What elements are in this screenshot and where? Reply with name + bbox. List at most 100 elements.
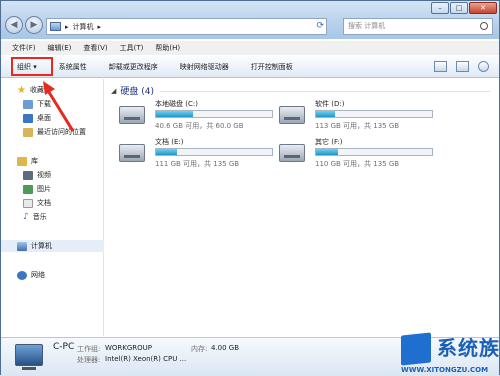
collapse-triangle-icon[interactable]: ◢: [111, 87, 116, 95]
sidebar-item-music[interactable]: ♪ 音乐: [23, 211, 47, 223]
menu-bar: 文件(F) 编辑(E) 查看(V) 工具(T) 帮助(H): [1, 41, 499, 55]
title-bar: – □ ✕ ◀ ▶ ▸ 计算机 ▸ ⟳ 搜索 计算机: [1, 1, 499, 39]
red-arrow-icon: [43, 81, 75, 132]
maximize-button[interactable]: □: [450, 2, 468, 14]
drive-usage-bar: [315, 148, 433, 156]
drive-name: 其它 (F:): [315, 138, 343, 146]
drive-name: 文档 (E:): [155, 138, 184, 146]
drive-c[interactable]: 本地磁盘 (C:) 40.6 GB 可用，共 60.0 GB: [111, 99, 276, 135]
sidebar-item-pictures[interactable]: 图片: [23, 183, 51, 195]
menu-tools[interactable]: 工具(T): [120, 43, 144, 53]
drive-usage-fill: [316, 149, 339, 155]
highlight-box: [11, 57, 53, 76]
download-folder-icon: [23, 99, 33, 109]
hard-drive-icon: [279, 106, 305, 124]
drive-usage-fill: [156, 111, 194, 117]
computer-icon: [50, 22, 61, 31]
drive-f[interactable]: 其它 (F:) 110 GB 可用，共 135 GB: [271, 137, 436, 173]
workgroup-label: 工作组:: [77, 345, 101, 353]
menu-edit[interactable]: 编辑(E): [48, 43, 72, 53]
watermark-text: 系统族: [437, 336, 500, 360]
address-bar[interactable]: ▸ 计算机 ▸ ⟳: [46, 18, 327, 35]
breadcrumb-computer[interactable]: 计算机: [73, 22, 94, 32]
drive-d[interactable]: 软件 (D:) 113 GB 可用，共 135 GB: [271, 99, 436, 135]
sidebar-item-videos[interactable]: 视频: [23, 169, 51, 181]
sidebar-label: 计算机: [31, 242, 52, 250]
menu-file[interactable]: 文件(F): [12, 43, 36, 53]
forward-button[interactable]: ▶: [25, 16, 43, 34]
processor-label: 处理器:: [77, 356, 101, 364]
hard-drive-icon: [279, 144, 305, 162]
hard-drive-icon: [119, 144, 145, 162]
computer-icon: [15, 344, 43, 370]
drive-space-text: 113 GB 可用，共 135 GB: [315, 122, 400, 130]
group-divider: [160, 91, 490, 92]
workgroup-value: WORKGROUP: [105, 344, 153, 352]
drive-name: 本地磁盘 (C:): [155, 100, 198, 108]
open-control-panel-button[interactable]: 打开控制面板: [251, 62, 293, 72]
sidebar-item-computer[interactable]: 计算机: [1, 240, 104, 252]
search-placeholder: 搜索 计算机: [348, 22, 386, 30]
video-icon: [23, 170, 33, 180]
drive-name: 软件 (D:): [315, 100, 345, 108]
drive-usage-fill: [156, 149, 177, 155]
map-network-drive-button[interactable]: 映射网络驱动器: [180, 62, 229, 72]
drive-usage-bar: [155, 148, 273, 156]
drive-e[interactable]: 文档 (E:) 111 GB 可用，共 135 GB: [111, 137, 276, 173]
preview-pane-icon[interactable]: [456, 61, 469, 72]
computer-icon: [17, 241, 27, 251]
sidebar-item-documents[interactable]: 文档: [23, 197, 51, 209]
windows-logo-icon: [401, 332, 431, 366]
group-title: 硬盘 (4): [120, 87, 155, 97]
sidebar-item-libraries[interactable]: 库: [17, 155, 38, 167]
minimize-button[interactable]: –: [431, 2, 449, 14]
drive-space-text: 111 GB 可用，共 135 GB: [155, 160, 240, 168]
sidebar-label: 文档: [37, 199, 51, 207]
sidebar-label: 视频: [37, 171, 51, 179]
drive-usage-bar: [155, 110, 273, 118]
sidebar-label: 音乐: [32, 213, 47, 221]
system-properties-button[interactable]: 系统属性: [59, 62, 87, 72]
change-view-icon[interactable]: [434, 61, 447, 72]
content-pane: ◢ 硬盘 (4) 本地磁盘 (C:) 40.6 GB 可用，共 60.0 GB …: [105, 79, 495, 336]
memory-value: 4.00 GB: [211, 344, 240, 352]
picture-icon: [23, 184, 33, 194]
view-controls: [434, 61, 489, 72]
star-icon: ★: [17, 84, 26, 96]
watermark-url: WWW.XITONGZU.COM: [401, 366, 489, 374]
sidebar-label: 库: [31, 157, 38, 165]
uninstall-program-button[interactable]: 卸载或更改程序: [109, 62, 158, 72]
network-icon: [17, 270, 27, 280]
sidebar-label: 图片: [37, 185, 51, 193]
refresh-icon[interactable]: ⟳: [316, 21, 324, 31]
back-arrow-icon: ◀: [10, 20, 18, 30]
close-button[interactable]: ✕: [469, 2, 497, 14]
breadcrumb-separator-icon: ▸: [65, 22, 69, 31]
menu-help[interactable]: 帮助(H): [155, 43, 180, 53]
pc-name: C-PC: [53, 342, 75, 352]
desktop-icon: [23, 113, 33, 123]
music-icon: ♪: [23, 212, 29, 222]
help-icon[interactable]: [478, 61, 489, 72]
search-icon: [480, 22, 488, 30]
drive-usage-bar: [315, 110, 433, 118]
search-input[interactable]: 搜索 计算机: [343, 18, 493, 35]
forward-arrow-icon: ▶: [30, 20, 38, 30]
back-button[interactable]: ◀: [5, 16, 23, 34]
windows-drive-icon: [119, 106, 145, 124]
document-icon: [23, 198, 33, 208]
sidebar-item-network[interactable]: 网络: [17, 269, 45, 281]
recent-places-icon: [23, 127, 33, 137]
group-header[interactable]: ◢ 硬盘 (4): [111, 84, 155, 98]
processor-value: Intel(R) Xeon(R) CPU ...: [105, 355, 187, 363]
drive-usage-fill: [316, 111, 335, 117]
command-bar: 组织 ▾ 系统属性 卸载或更改程序 映射网络驱动器 打开控制面板: [1, 56, 499, 78]
drive-space-text: 40.6 GB 可用，共 60.0 GB: [155, 122, 244, 130]
window-controls: – □ ✕: [431, 2, 497, 14]
menu-view[interactable]: 查看(V): [83, 43, 107, 53]
memory-label: 内存:: [191, 345, 208, 353]
drive-space-text: 110 GB 可用，共 135 GB: [315, 160, 400, 168]
site-watermark: 系统族 WWW.XITONGZU.COM: [399, 330, 500, 376]
explorer-window: – □ ✕ ◀ ▶ ▸ 计算机 ▸ ⟳ 搜索 计算机 文件(F) 编辑(E) 查…: [0, 0, 500, 376]
breadcrumb-chevron-icon[interactable]: ▸: [98, 23, 102, 31]
